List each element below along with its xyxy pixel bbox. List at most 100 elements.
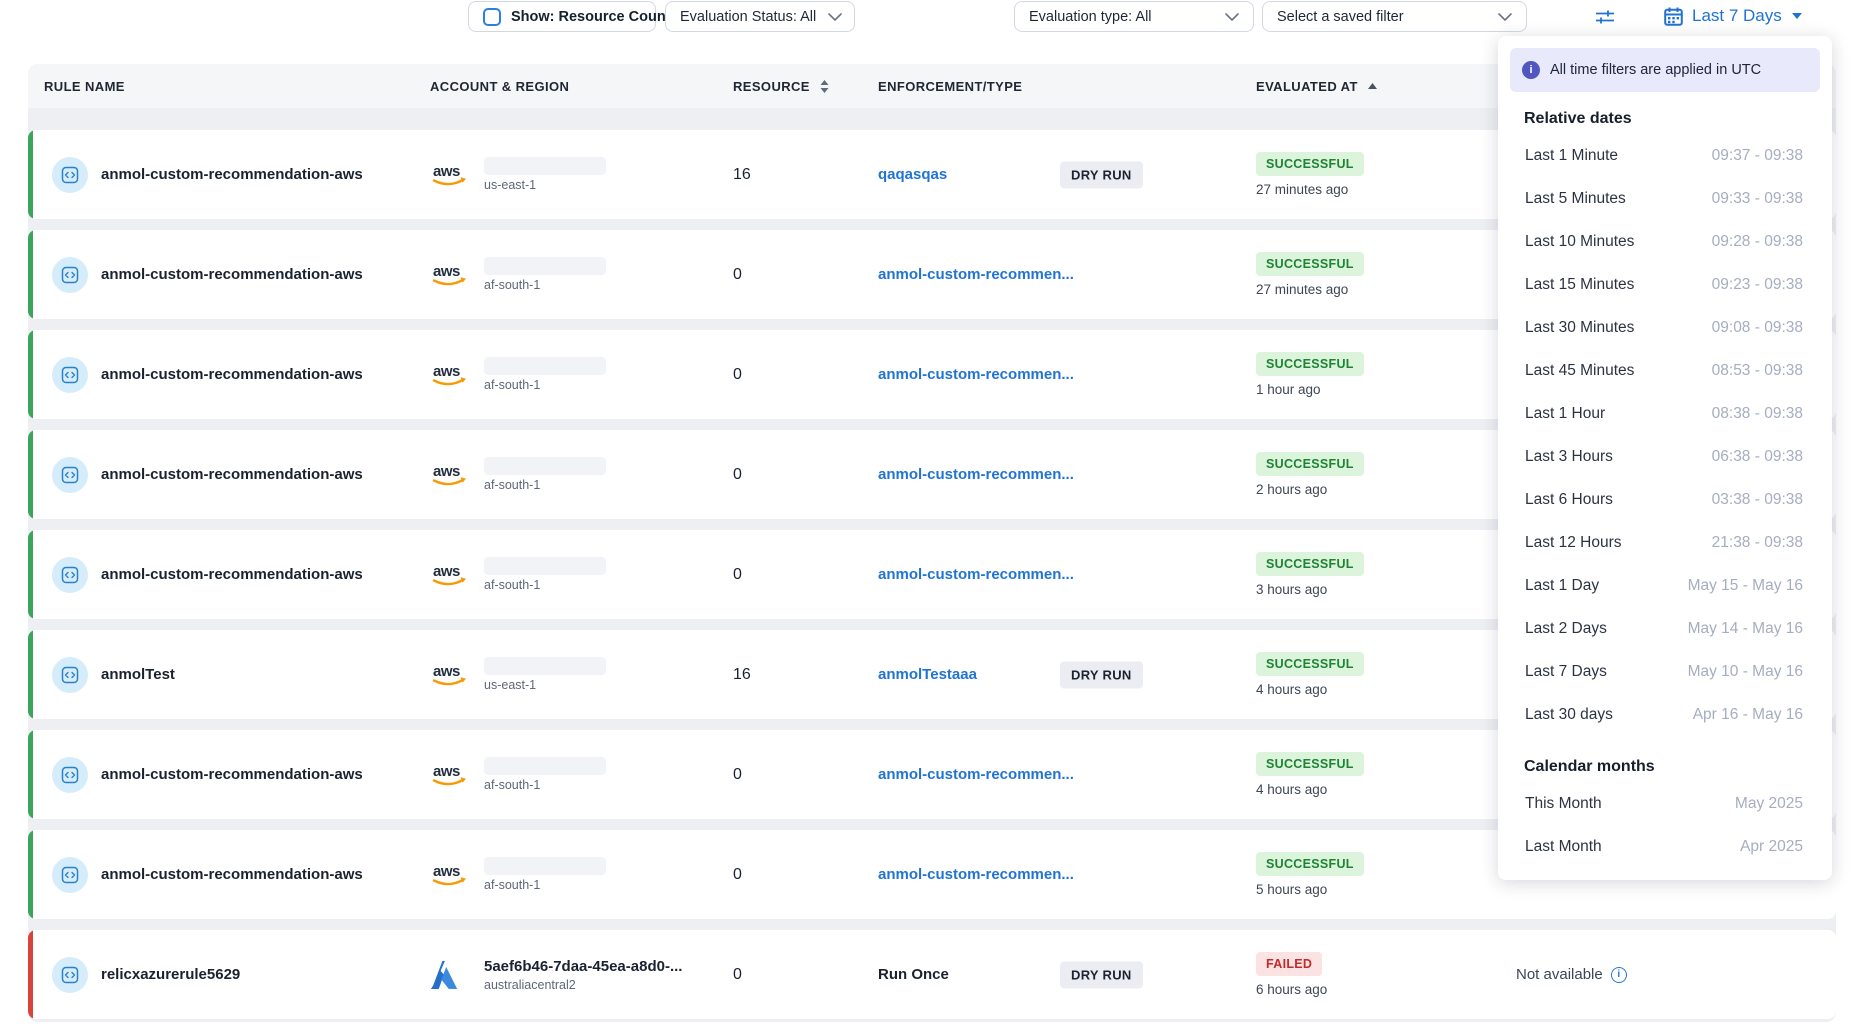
date-option[interactable]: Last 1 Hour 08:38 - 09:38: [1510, 392, 1820, 435]
rule-name: anmol-custom-recommendation-aws: [101, 466, 363, 483]
evaluated-time: 3 hours ago: [1256, 582, 1327, 597]
rule-icon: [52, 757, 88, 793]
status-cell: FAILED 6 hours ago: [1250, 952, 1516, 997]
calendar-months-list: This Month May 2025 Last Month Apr 2025: [1510, 782, 1820, 868]
status-badge: SUCCESSFUL: [1256, 352, 1364, 376]
enforcement-link[interactable]: anmol-custom-recommen...: [878, 766, 1074, 783]
rule-name: anmol-custom-recommendation-aws: [101, 766, 363, 783]
date-option[interactable]: Last 10 Minutes 09:28 - 09:38: [1510, 220, 1820, 263]
checkbox-icon[interactable]: [483, 8, 501, 26]
date-option[interactable]: Last 15 Minutes 09:23 - 09:38: [1510, 263, 1820, 306]
region-label: af-south-1: [484, 578, 606, 592]
enforcement-cell: anmol-custom-recommen...: [878, 730, 1250, 819]
info-icon[interactable]: i: [1611, 967, 1627, 983]
date-option[interactable]: Last 45 Minutes 08:53 - 09:38: [1510, 349, 1820, 392]
evaluated-time: 1 hour ago: [1256, 382, 1321, 397]
svg-text:aws: aws: [433, 463, 460, 480]
evaluation-status-dropdown[interactable]: Evaluation Status: All: [665, 1, 855, 32]
saved-filter-dropdown[interactable]: Select a saved filter: [1262, 1, 1527, 32]
date-option[interactable]: Last Month Apr 2025: [1510, 825, 1820, 868]
table-row[interactable]: relicxazurerule5629 5aef6b46-7daa-45ea-a…: [28, 930, 1836, 1019]
account-region-cell: aws af-south-1: [430, 557, 733, 592]
column-header-account-region: ACCOUNT & REGION: [430, 79, 733, 94]
resource-count: 16: [733, 166, 878, 184]
enforcement-link[interactable]: Run Once: [878, 966, 949, 983]
status-badge: SUCCESSFUL: [1256, 752, 1364, 776]
date-option[interactable]: Last 30 days Apr 16 - May 16: [1510, 693, 1820, 736]
evaluation-type-dropdown[interactable]: Evaluation type: All: [1014, 1, 1254, 32]
enforcement-link[interactable]: anmol-custom-recommen...: [878, 566, 1074, 583]
relative-dates-heading: Relative dates: [1524, 110, 1806, 128]
date-option[interactable]: Last 30 Minutes 09:08 - 09:38: [1510, 306, 1820, 349]
status-badge: FAILED: [1256, 952, 1322, 976]
date-option[interactable]: This Month May 2025: [1510, 782, 1820, 825]
calendar-icon: [1664, 7, 1683, 26]
region-label: af-south-1: [484, 778, 606, 792]
date-option[interactable]: Last 1 Minute 09:37 - 09:38: [1510, 134, 1820, 177]
date-option-range: 08:53 - 09:38: [1712, 362, 1803, 380]
date-option[interactable]: Last 1 Day May 15 - May 16: [1510, 564, 1820, 607]
column-header-resource[interactable]: RESOURCE: [733, 79, 878, 94]
rule-cell: anmol-custom-recommendation-aws: [28, 757, 430, 793]
date-option-label: Last 30 days: [1525, 706, 1613, 724]
enforcement-cell: anmol-custom-recommen...: [878, 530, 1250, 619]
column-header-evaluated-at[interactable]: EVALUATED AT: [1250, 79, 1516, 94]
account-lines: af-south-1: [484, 757, 606, 792]
account-region-cell: aws us-east-1: [430, 657, 733, 692]
rule-name: anmol-custom-recommendation-aws: [101, 266, 363, 283]
aws-logo: aws: [430, 561, 474, 588]
evaluation-type-label: Evaluation type: All: [1029, 9, 1152, 25]
resource-count: 0: [733, 366, 878, 384]
date-option-label: Last 15 Minutes: [1525, 276, 1634, 294]
rule-cell: anmol-custom-recommendation-aws: [28, 857, 430, 893]
date-option-label: Last 3 Hours: [1525, 448, 1613, 466]
account-region-cell: aws af-south-1: [430, 257, 733, 292]
enforcement-link[interactable]: anmol-custom-recommen...: [878, 366, 1074, 383]
column-label: ENFORCEMENT/TYPE: [878, 79, 1022, 94]
account-lines: af-south-1: [484, 257, 606, 292]
date-option[interactable]: Last 2 Days May 14 - May 16: [1510, 607, 1820, 650]
evaluation-status-label: Evaluation Status: All: [680, 9, 816, 25]
date-option[interactable]: Last 5 Minutes 09:33 - 09:38: [1510, 177, 1820, 220]
evaluated-time: 5 hours ago: [1256, 882, 1327, 897]
aws-logo: aws: [430, 661, 474, 688]
enforcement-link[interactable]: anmolTestaaa: [878, 666, 977, 683]
account-region-cell: aws af-south-1: [430, 457, 733, 492]
enforcement-link[interactable]: anmol-custom-recommen...: [878, 266, 1074, 283]
date-option-label: Last 12 Hours: [1525, 534, 1622, 552]
show-resource-count-filter[interactable]: Show: Resource Count > 0: [468, 1, 656, 32]
aws-logo: aws: [430, 161, 474, 188]
account-lines: af-south-1: [484, 857, 606, 892]
rule-cell: relicxazurerule5629: [28, 957, 430, 993]
date-option-label: This Month: [1525, 795, 1602, 813]
enforcement-link[interactable]: anmol-custom-recommen...: [878, 466, 1074, 483]
enforcement-link[interactable]: anmol-custom-recommen...: [878, 866, 1074, 883]
date-option[interactable]: Last 3 Hours 06:38 - 09:38: [1510, 435, 1820, 478]
date-option[interactable]: Last 12 Hours 21:38 - 09:38: [1510, 521, 1820, 564]
dry-run-badge: DRY RUN: [1060, 961, 1143, 988]
status-badge: SUCCESSFUL: [1256, 852, 1364, 876]
filter-settings-button[interactable]: [1588, 3, 1622, 31]
rule-icon: [52, 557, 88, 593]
status-badge: SUCCESSFUL: [1256, 252, 1364, 276]
account-skeleton: [484, 657, 606, 675]
date-option-range: 09:08 - 09:38: [1712, 319, 1803, 337]
enforcement-link[interactable]: qaqasqas: [878, 166, 947, 183]
date-range-button[interactable]: Last 7 Days: [1652, 0, 1815, 32]
aws-logo: aws: [430, 261, 474, 288]
date-option[interactable]: Last 7 Days May 10 - May 16: [1510, 650, 1820, 693]
caret-down-icon: [1791, 12, 1803, 20]
utc-notice-banner: i All time filters are applied in UTC: [1510, 48, 1820, 92]
date-option[interactable]: Last 6 Hours 03:38 - 09:38: [1510, 478, 1820, 521]
status-cell: SUCCESSFUL 4 hours ago: [1250, 652, 1516, 697]
enforcement-cell: qaqasqas DRY RUN: [878, 130, 1250, 219]
date-option-label: Last Month: [1525, 838, 1602, 856]
resource-count: 0: [733, 766, 878, 784]
region-label: af-south-1: [484, 278, 606, 292]
svg-text:aws: aws: [433, 163, 460, 180]
schedule-cell: Not available i: [1516, 966, 1836, 983]
enforcement-cell: anmol-custom-recommen...: [878, 430, 1250, 519]
evaluated-time: 4 hours ago: [1256, 682, 1327, 697]
aws-logo: aws: [430, 761, 474, 788]
relative-dates-list: Last 1 Minute 09:37 - 09:38 Last 5 Minut…: [1510, 134, 1820, 736]
